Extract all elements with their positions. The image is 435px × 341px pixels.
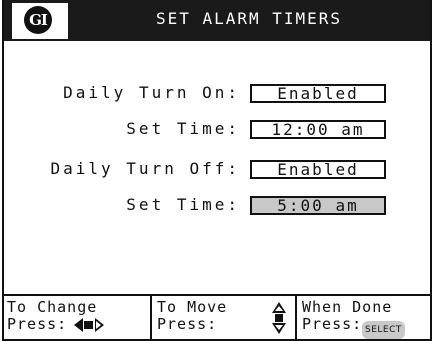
to-change-press-text: Press: — [7, 315, 68, 333]
daily-turn-on-value[interactable]: Enabled — [250, 84, 386, 103]
turn-on-time-label: Set Time: — [126, 119, 240, 138]
to-move-hint: To Move Press: — [150, 296, 297, 339]
to-change-text: To Change — [7, 298, 98, 316]
turn-off-time-label: Set Time: — [126, 195, 240, 214]
when-done-press-text: Press: — [302, 315, 363, 333]
daily-turn-on-label: Daily Turn On: — [63, 83, 240, 102]
alarm-timers-screen: GI SET ALARM TIMERS Daily Turn On: Enabl… — [2, 0, 432, 341]
select-key-icon: SELECT — [362, 321, 405, 339]
left-right-arrows-icon — [74, 318, 104, 332]
turn-off-time-value[interactable]: 5:00 am — [250, 196, 386, 215]
to-move-press-text: Press: — [157, 315, 218, 333]
help-footer: To Change Press: To Move Press: When Don… — [4, 294, 430, 339]
up-down-arrows-icon — [272, 302, 286, 334]
daily-turn-off-label: Daily Turn Off: — [50, 159, 240, 178]
title-bar: GI SET ALARM TIMERS — [4, 0, 430, 41]
gi-logo-icon: GI — [24, 6, 52, 34]
daily-turn-on-row: Daily Turn On: Enabled — [4, 82, 430, 104]
daily-turn-off-row: Daily Turn Off: Enabled — [4, 158, 430, 180]
to-move-text: To Move — [157, 298, 228, 316]
daily-turn-off-value[interactable]: Enabled — [250, 160, 386, 179]
when-done-text: When Done — [302, 298, 393, 316]
turn-off-time-row: Set Time: 5:00 am — [4, 194, 430, 216]
turn-on-time-value[interactable]: 12:00 am — [250, 120, 386, 139]
when-done-hint: When Done Press: SELECT — [295, 296, 432, 339]
logo: GI — [12, 3, 68, 39]
to-change-hint: To Change Press: — [4, 296, 150, 339]
turn-on-time-row: Set Time: 12:00 am — [4, 118, 430, 140]
page-title: SET ALARM TIMERS — [155, 9, 343, 28]
